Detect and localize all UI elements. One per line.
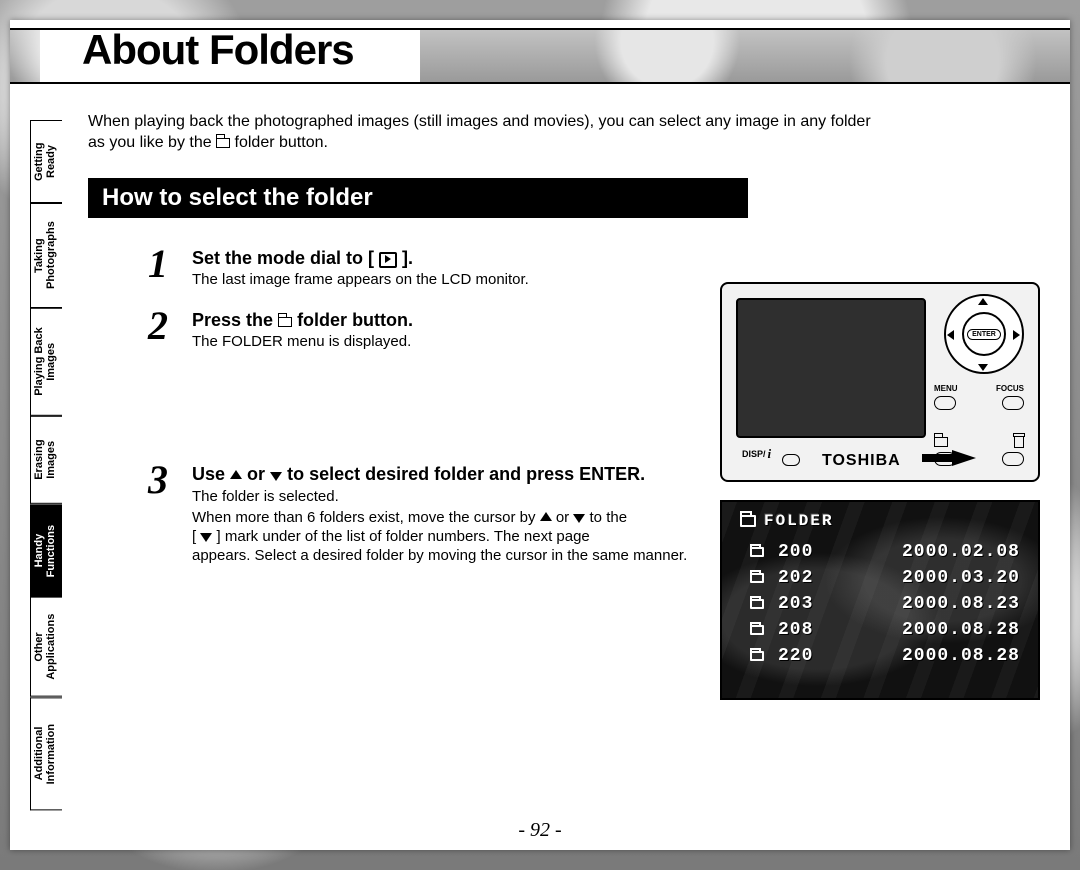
- folder-date: 2000.03.20: [902, 568, 1020, 588]
- folder-row: 220 2000.08.28: [750, 646, 1020, 666]
- manual-page: About Folders Getting Ready Taking Photo…: [10, 20, 1070, 850]
- down-arrow-icon: [200, 533, 212, 542]
- folder-row: 203 2000.08.23: [750, 594, 1020, 614]
- intro-line2-pre: as you like by the: [88, 134, 216, 151]
- camera-back-diagram: ENTER MENU FOCUS DISP/i: [720, 282, 1040, 482]
- intro-line1: When playing back the photographed image…: [88, 113, 871, 130]
- folder-number: 220: [778, 646, 828, 666]
- side-tab-erasing-images[interactable]: Erasing Images: [30, 416, 62, 504]
- step-3-p4: appears. Select a desired folder by movi…: [192, 547, 687, 564]
- step-number: 2: [148, 306, 192, 346]
- menu-focus-buttons: [934, 396, 1024, 410]
- step-1-head-post: ].: [402, 248, 413, 268]
- step-number: 1: [148, 244, 192, 284]
- disp-text: DISP/: [742, 449, 766, 459]
- dial-left-icon: [947, 330, 954, 340]
- folder-icon: [750, 599, 764, 609]
- step-3-p3a: [: [192, 528, 200, 545]
- page-number: - 92 -: [10, 819, 1070, 842]
- folder-icon: [934, 437, 948, 447]
- folder-row: 208 2000.08.28: [750, 620, 1020, 640]
- folder-icon: [750, 625, 764, 635]
- folder-number: 200: [778, 542, 828, 562]
- folder-date: 2000.08.28: [902, 646, 1020, 666]
- folder-icon: [216, 138, 230, 148]
- step-2-head-pre: Press the: [192, 310, 278, 330]
- step-3-head-post: to select desired folder and press ENTER…: [287, 464, 645, 484]
- folder-icon: [740, 515, 756, 527]
- focus-label: FOCUS: [996, 384, 1024, 393]
- folder-date: 2000.08.28: [902, 620, 1020, 640]
- brand-logo: TOSHIBA: [822, 452, 901, 470]
- menu-focus-labels: MENU FOCUS: [934, 384, 1024, 393]
- folder-row: 202 2000.03.20: [750, 568, 1020, 588]
- play-mode-icon: [379, 252, 397, 268]
- folder-trash-icons: [934, 436, 1024, 448]
- folder-row: 200 2000.02.08: [750, 542, 1020, 562]
- folder-icon: [278, 317, 292, 327]
- step-number: 3: [148, 460, 192, 500]
- step-3-p2c: to the: [590, 509, 628, 526]
- step-2-head-post: folder button.: [297, 310, 413, 330]
- side-tab-other-applications[interactable]: Other Applications: [30, 597, 62, 697]
- step-3-heading: Use or to select desired folder and pres…: [192, 464, 752, 485]
- step-3-head-pre: Use: [192, 464, 230, 484]
- step-3-p3b: ] mark under of the list of folder numbe…: [217, 528, 590, 545]
- step-3-p2b: or: [556, 509, 574, 526]
- up-arrow-icon: [230, 470, 242, 479]
- disp-button: [782, 454, 800, 466]
- info-icon: i: [768, 446, 772, 462]
- side-tab-getting-ready[interactable]: Getting Ready: [30, 120, 62, 203]
- step-3-head-mid: or: [247, 464, 270, 484]
- section-heading: How to select the folder: [88, 178, 748, 218]
- step-1: 1 Set the mode dial to [ ]. The last ima…: [148, 244, 1040, 288]
- trash-icon: [1014, 436, 1024, 448]
- step-1-heading: Set the mode dial to [ ].: [192, 248, 1040, 269]
- menu-label: MENU: [934, 384, 958, 393]
- folder-list: 200 2000.02.08 202 2000.03.20 203 2000.0…: [750, 542, 1020, 672]
- up-arrow-icon: [540, 512, 552, 521]
- folder-icon: [750, 651, 764, 661]
- intro-text: When playing back the photographed image…: [88, 112, 1040, 154]
- folder-number: 208: [778, 620, 828, 640]
- focus-button: [1002, 396, 1024, 410]
- page-title: About Folders: [82, 26, 354, 74]
- down-arrow-icon: [270, 472, 282, 481]
- down-arrow-icon: [573, 514, 585, 523]
- menu-button: [934, 396, 956, 410]
- folder-number: 202: [778, 568, 828, 588]
- intro-line2-post: folder button.: [235, 134, 328, 151]
- camera-lcd: [736, 298, 926, 438]
- dial-down-icon: [978, 364, 988, 371]
- step-3-p2a: When more than 6 folders exist, move the…: [192, 509, 540, 526]
- enter-button: ENTER: [962, 312, 1006, 356]
- side-tab-handy-functions[interactable]: Handy Functions: [30, 504, 62, 597]
- step-3-p2: When more than 6 folders exist, move the…: [192, 508, 752, 566]
- folder-date: 2000.08.23: [902, 594, 1020, 614]
- folder-date: 2000.02.08: [902, 542, 1020, 562]
- dial-right-icon: [1013, 330, 1020, 340]
- side-tab-playing-back-images[interactable]: Playing Back Images: [30, 308, 62, 416]
- folder-title-text: FOLDER: [764, 512, 834, 530]
- folder-menu-screenshot: FOLDER 200 2000.02.08 202 2000.03.20 203…: [720, 500, 1040, 700]
- side-tab-strip: Getting Ready Taking Photographs Playing…: [30, 120, 62, 810]
- step-1-head-pre: Set the mode dial to [: [192, 248, 379, 268]
- folder-icon: [750, 573, 764, 583]
- side-tab-taking-photographs[interactable]: Taking Photographs: [30, 203, 62, 308]
- trash-button: [1002, 452, 1024, 466]
- folder-icon: [750, 547, 764, 557]
- folder-number: 203: [778, 594, 828, 614]
- side-tab-additional-information[interactable]: Additional Information: [30, 697, 62, 810]
- dial-up-icon: [978, 298, 988, 305]
- content-area: When playing back the photographed image…: [88, 112, 1040, 810]
- step-3-p1: The folder is selected.: [192, 487, 752, 506]
- pointer-arrow-icon: [952, 450, 976, 466]
- disp-label: DISP/i: [742, 446, 771, 462]
- folder-menu-title: FOLDER: [740, 512, 834, 530]
- enter-label: ENTER: [967, 329, 1001, 340]
